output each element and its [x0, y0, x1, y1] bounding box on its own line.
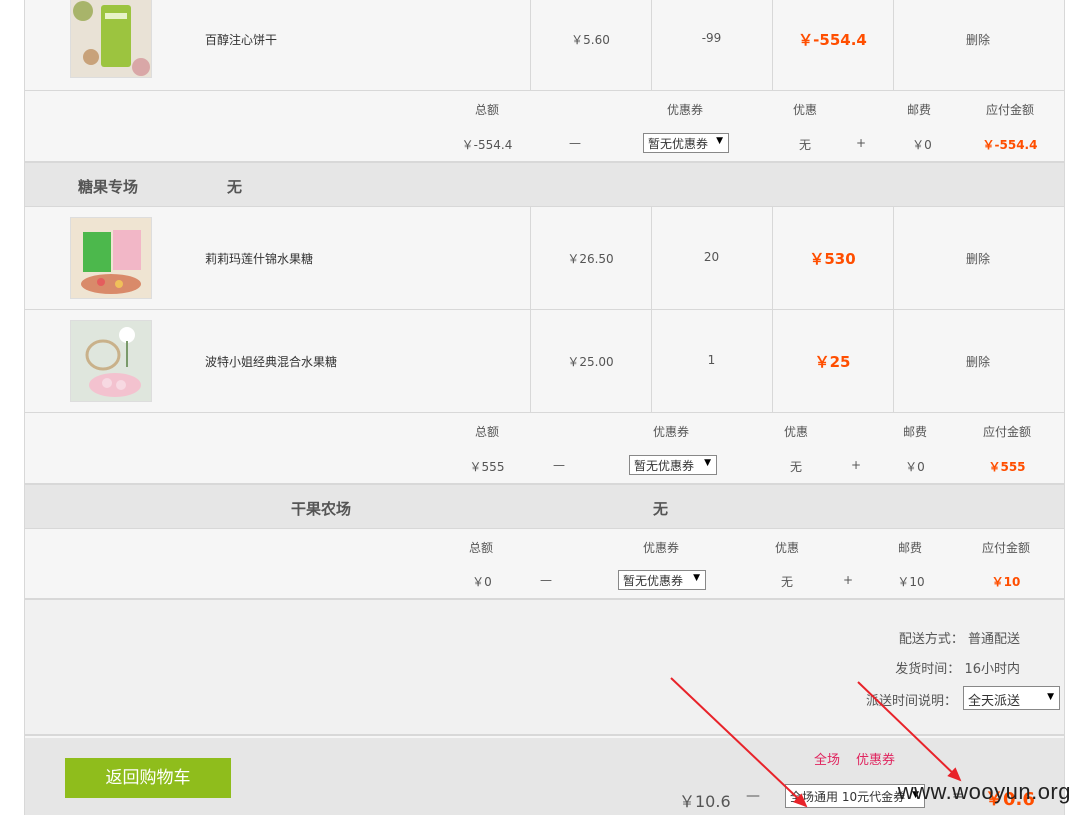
watermark: www.wooyun.org [897, 779, 1071, 804]
arrow-to-coupon [670, 677, 808, 808]
arrow-to-final [857, 681, 962, 782]
annotation-arrows [670, 677, 962, 808]
